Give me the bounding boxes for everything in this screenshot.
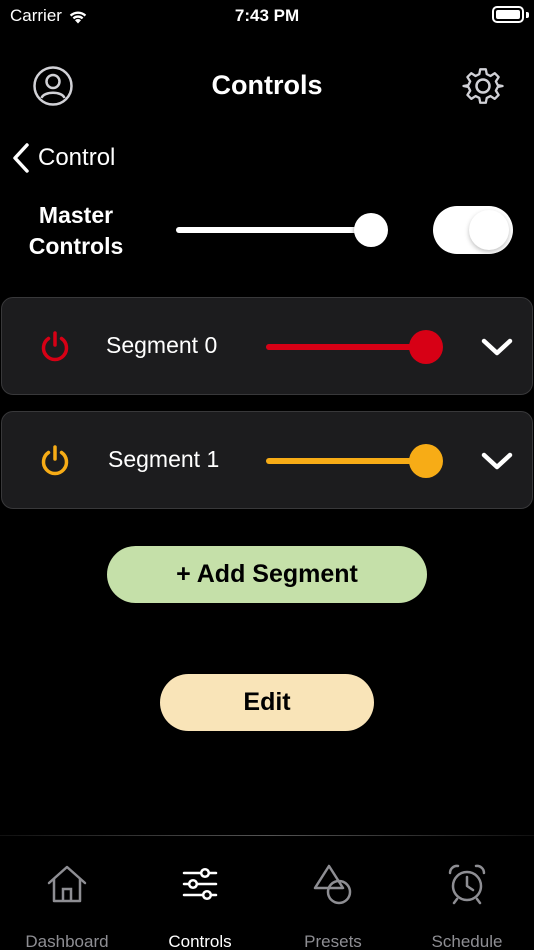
tab-bar-divider [0,835,534,836]
house-icon [47,865,87,903]
segment-label: Segment 0 [106,332,218,358]
tab-schedule[interactable]: Schedule [400,856,534,950]
slider-thumb[interactable] [409,330,443,364]
sliders-icon [182,867,218,901]
back-label: Control [38,144,116,171]
slider-fill [266,344,426,350]
toggle-knob [469,210,509,250]
master-power-toggle[interactable] [433,206,513,254]
master-controls-label: Master Controls [28,202,124,259]
master-brightness-slider[interactable] [176,213,389,247]
segment-label: Segment 1 [108,446,220,472]
add-segment-button[interactable]: + Add Segment [107,546,427,603]
tab-dashboard[interactable]: Dashboard [0,856,134,950]
header: Controls [0,60,534,112]
tab-label: Schedule [431,932,503,950]
status-bar: Carrier 7:43 PM [0,0,534,32]
edit-button[interactable]: Edit [160,674,374,731]
tab-controls[interactable]: Controls [133,856,267,950]
alarm-clock-icon [448,864,486,905]
segment-0-slider[interactable] [266,330,443,364]
battery-icon [492,6,524,23]
segment-row-1: Segment 1 [1,411,533,509]
slider-fill [266,458,426,464]
tab-label: Dashboard [25,932,109,950]
back-button[interactable]: Control [10,140,115,176]
slider-thumb[interactable] [409,444,443,478]
chevron-down-icon[interactable] [480,450,514,472]
segment-row-0: Segment 0 [1,297,533,395]
segment-1-slider[interactable] [266,444,443,478]
gear-icon[interactable] [462,65,504,107]
page-title: Controls [211,70,323,100]
slider-thumb[interactable] [354,213,389,247]
power-icon[interactable] [38,444,72,478]
slider-fill [176,227,372,233]
power-icon[interactable] [38,330,72,364]
chevron-left-icon [13,143,29,173]
status-time: 7:43 PM [234,6,300,25]
chevron-down-icon[interactable] [480,336,514,358]
battery-tip [526,12,529,18]
tab-label: Controls [168,932,232,950]
shapes-icon [313,864,352,905]
tab-label: Presets [304,932,362,950]
tab-presets[interactable]: Presets [266,856,400,950]
